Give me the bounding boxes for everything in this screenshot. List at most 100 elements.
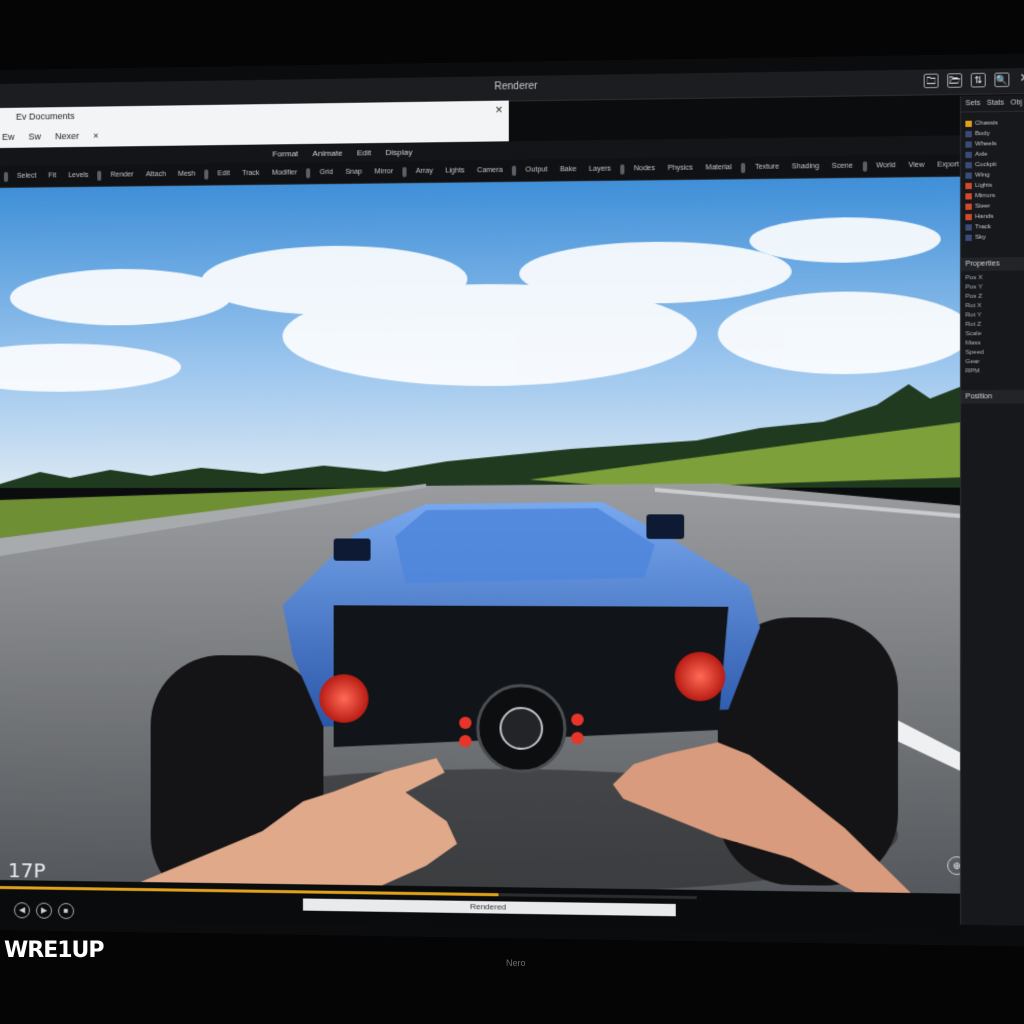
search-icon[interactable]: 🔍: [994, 72, 1010, 88]
toolbar-icon[interactable]: [97, 170, 102, 181]
layer-item[interactable]: Body: [965, 128, 1024, 140]
toolbar-button[interactable]: Lights: [442, 166, 468, 175]
layer-item[interactable]: Cockpit: [965, 159, 1024, 171]
toolbar-icon[interactable]: [620, 163, 625, 175]
layer-label: Axle: [975, 151, 988, 158]
tab-sets[interactable]: Sets: [965, 100, 980, 107]
toolbar-button[interactable]: View: [905, 161, 927, 171]
layer-item[interactable]: Mirrors: [965, 190, 1024, 201]
toolbar-button[interactable]: Mesh: [175, 170, 198, 179]
toolbar-button[interactable]: Render: [108, 170, 137, 179]
layer-item[interactable]: Wing: [965, 169, 1024, 180]
property-row[interactable]: Pos Y1.2: [965, 284, 1024, 294]
toolbar-icon[interactable]: [3, 171, 8, 182]
property-row[interactable]: Mass740: [965, 340, 1024, 350]
toolbar-item-animate[interactable]: Animate: [313, 148, 343, 157]
layer-color-swatch: [965, 224, 972, 231]
toolbar-button[interactable]: Levels: [65, 171, 91, 180]
progress-track[interactable]: [0, 886, 697, 900]
toolbar-icon[interactable]: [204, 168, 209, 180]
layer-label: Track: [975, 224, 991, 231]
property-row[interactable]: Rot Z0: [965, 321, 1024, 331]
toolbar-button[interactable]: Layers: [586, 164, 614, 174]
close-icon[interactable]: ✕: [1018, 72, 1024, 85]
layer-label: Steer: [975, 203, 991, 210]
footer-caption: Nero: [506, 958, 526, 968]
sort-icon[interactable]: ⇅: [970, 72, 986, 88]
menu-item[interactable]: Ew: [2, 132, 15, 142]
property-row[interactable]: Scale1.0: [965, 331, 1024, 341]
property-name: Rot Y: [965, 312, 982, 319]
property-row[interactable]: RPM11200: [965, 368, 1024, 378]
play-icon[interactable]: ▶: [35, 902, 53, 919]
tab-stats[interactable]: Stats: [987, 99, 1004, 107]
layer-item[interactable]: Hands: [965, 211, 1024, 222]
toolbar-button[interactable]: Bake: [557, 165, 580, 174]
properties-list: Pos X0.0Pos Y1.2Pos Z4.8Rot X0Rot Y90Rot…: [961, 270, 1024, 382]
window-titlebar: Renderer 🗀 🗁 ⇅ 🔍 ✕: [0, 67, 1024, 109]
toolbar-button[interactable]: Attach: [143, 170, 169, 179]
toolbar-button[interactable]: Nodes: [631, 164, 658, 174]
render-scene: [0, 176, 968, 894]
toolbar-icon[interactable]: [306, 167, 311, 178]
layer-item[interactable]: Wheels: [965, 138, 1024, 150]
layer-label: Lights: [975, 182, 993, 190]
property-row[interactable]: Gear6: [965, 359, 1024, 369]
toolbar-button[interactable]: Array: [413, 167, 436, 176]
toolbar-button[interactable]: Scene: [829, 161, 856, 171]
toolbar-item-display[interactable]: Display: [385, 147, 412, 156]
toolbar-button[interactable]: Output: [522, 165, 550, 175]
toolbar-icon[interactable]: [402, 166, 407, 177]
property-name: Rot X: [965, 303, 982, 310]
menu-close-icon[interactable]: ×: [93, 131, 98, 141]
menu-item[interactable]: Sw: [29, 131, 42, 141]
toolbar-button[interactable]: Physics: [664, 163, 696, 173]
open-folder-icon[interactable]: 🗁: [947, 73, 963, 88]
layer-item[interactable]: Axle: [965, 149, 1024, 161]
mirror-right: [646, 514, 685, 539]
progress-fill: [0, 886, 499, 897]
toolbar-button[interactable]: Mirror: [371, 167, 396, 176]
toolbar-icon[interactable]: [512, 165, 517, 176]
property-row[interactable]: Rot X0: [965, 302, 1024, 312]
toolbar-button[interactable]: Texture: [752, 162, 783, 172]
toolbar-button[interactable]: Select: [14, 172, 39, 181]
tab-close-button[interactable]: ×: [495, 103, 502, 117]
stop-icon[interactable]: ■: [58, 902, 75, 920]
toolbar-button[interactable]: World: [873, 161, 899, 171]
toolbar-button[interactable]: Export: [934, 160, 962, 170]
toolbar-button[interactable]: Grid: [316, 168, 336, 177]
layer-color-swatch: [965, 182, 972, 190]
toolbar-button[interactable]: Fit: [45, 171, 59, 180]
toolbar-item-edit[interactable]: Edit: [357, 148, 371, 157]
toolbar-icon[interactable]: [862, 160, 867, 172]
layer-item[interactable]: Lights: [965, 180, 1024, 191]
position-heading[interactable]: Position: [961, 389, 1024, 404]
toolbar-button[interactable]: Shading: [789, 162, 823, 172]
property-row[interactable]: Pos Z4.8: [965, 293, 1024, 303]
menu-item[interactable]: Nexer: [55, 131, 79, 141]
folder-icon[interactable]: 🗀: [923, 73, 939, 89]
layer-item[interactable]: Sky: [965, 232, 1024, 243]
property-row[interactable]: Rot Y90: [965, 312, 1024, 322]
toolbar-button[interactable]: Snap: [342, 168, 365, 177]
layer-item[interactable]: Track: [965, 221, 1024, 232]
3d-viewport[interactable]: [0, 176, 968, 894]
property-name: Pos X: [965, 275, 983, 282]
toolbar-button[interactable]: Track: [239, 169, 263, 178]
toolbar-button[interactable]: Edit: [214, 169, 232, 178]
panel-tabs: Sets Stats Obj: [961, 94, 1024, 113]
property-row[interactable]: Speed210: [965, 349, 1024, 359]
property-row[interactable]: Pos X0.0: [965, 274, 1024, 284]
property-name: Speed: [965, 349, 985, 356]
toolbar-icon[interactable]: [741, 162, 746, 173]
layer-item[interactable]: Steer: [965, 201, 1024, 212]
layer-item[interactable]: Chassis: [965, 117, 1024, 129]
toolbar-item-format[interactable]: Format: [272, 149, 298, 158]
document-tab[interactable]: Ev Documents × Ew Sw Nexer ×: [0, 100, 509, 148]
toolbar-button[interactable]: Modifier: [269, 168, 301, 177]
tab-obj[interactable]: Obj: [1010, 99, 1022, 106]
rewind-icon[interactable]: ◀: [13, 902, 30, 919]
toolbar-button[interactable]: Camera: [474, 166, 506, 176]
toolbar-button[interactable]: Material: [702, 163, 735, 173]
